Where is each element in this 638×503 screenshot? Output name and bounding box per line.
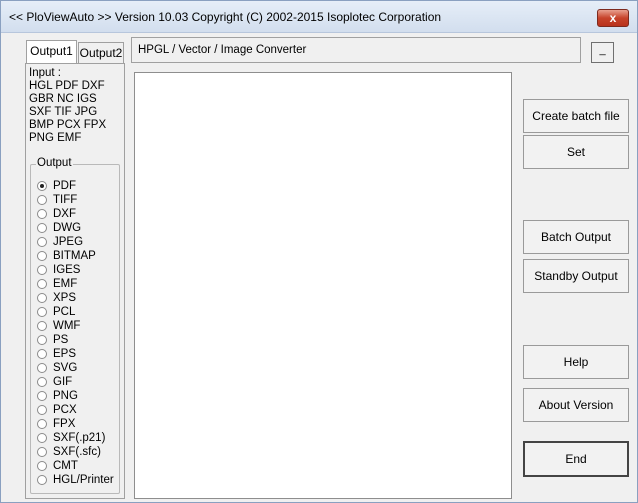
input-line: SXF TIF JPG	[29, 106, 98, 118]
radio-button[interactable]	[37, 292, 47, 303]
output-option-sxf-p21[interactable]: SXF(.p21)	[37, 431, 105, 444]
output-group-legend: Output	[36, 157, 73, 169]
radio-button[interactable]	[37, 348, 47, 359]
radio-label: GIF	[53, 375, 73, 388]
radio-label: PNG	[53, 389, 78, 402]
radio-label: WMF	[53, 319, 81, 332]
output-option-pdf[interactable]: PDF	[37, 179, 76, 192]
radio-label: SXF(.p21)	[53, 431, 106, 444]
output-option-pcl[interactable]: PCL	[37, 305, 75, 318]
tab-output1[interactable]: Output1	[26, 40, 77, 64]
converter-header: HPGL / Vector / Image Converter	[131, 37, 581, 63]
input-line: GBR NC IGS	[29, 93, 97, 105]
radio-button[interactable]	[37, 418, 47, 429]
radio-button[interactable]	[37, 194, 47, 205]
input-line: HGL PDF DXF	[29, 80, 105, 92]
output-options-panel: Input : HGL PDF DXF GBR NC IGS SXF TIF J…	[25, 63, 125, 499]
output-option-emf[interactable]: EMF	[37, 277, 77, 290]
radio-label: XPS	[53, 291, 77, 304]
radio-button[interactable]	[37, 404, 47, 415]
radio-label: EMF	[53, 277, 78, 290]
preview-area[interactable]	[134, 72, 512, 499]
radio-label: HGL/Printer	[53, 473, 114, 486]
radio-button[interactable]	[37, 362, 47, 373]
set-button[interactable]: Set	[523, 135, 629, 169]
radio-label: IGES	[53, 263, 81, 276]
batch-output-button[interactable]: Batch Output	[523, 220, 629, 254]
output-option-wmf[interactable]: WMF	[37, 319, 80, 332]
output-option-fpx[interactable]: FPX	[37, 417, 75, 430]
window-title: << PloViewAuto >> Version 10.03 Copyrigh…	[9, 10, 442, 24]
output-option-xps[interactable]: XPS	[37, 291, 76, 304]
radio-label: CMT	[53, 459, 78, 472]
output-option-hgl-printer[interactable]: HGL/Printer	[37, 473, 114, 486]
radio-button[interactable]	[37, 334, 47, 345]
converter-title: HPGL / Vector / Image Converter	[138, 44, 307, 56]
output-option-dxf[interactable]: DXF	[37, 207, 76, 220]
create-batch-file-button[interactable]: Create batch file	[523, 99, 629, 133]
input-formats: Input : HGL PDF DXF GBR NC IGS SXF TIF J…	[29, 67, 106, 145]
radio-label: EPS	[53, 347, 77, 360]
about-version-button[interactable]: About Version	[523, 388, 629, 422]
output-option-pcx[interactable]: PCX	[37, 403, 77, 416]
radio-button[interactable]	[37, 376, 47, 387]
input-line: BMP PCX FPX	[29, 119, 107, 131]
close-icon: x	[609, 11, 617, 25]
radio-label: PDF	[53, 179, 76, 192]
main-window: << PloViewAuto >> Version 10.03 Copyrigh…	[0, 0, 638, 503]
minimize-panel-button[interactable]: _	[591, 42, 614, 63]
radio-button[interactable]	[37, 222, 47, 233]
radio-label: PS	[53, 333, 69, 346]
output-option-svg[interactable]: SVG	[37, 361, 77, 374]
radio-label: PCL	[53, 305, 76, 318]
radio-label: BITMAP	[53, 249, 96, 262]
output-option-dwg[interactable]: DWG	[37, 221, 81, 234]
radio-label: PCX	[53, 403, 77, 416]
output-option-png[interactable]: PNG	[37, 389, 78, 402]
output-option-sxf-sfc[interactable]: SXF(.sfc)	[37, 445, 101, 458]
close-button[interactable]: x	[597, 9, 629, 27]
radio-button[interactable]	[37, 264, 47, 275]
radio-button[interactable]	[37, 320, 47, 331]
output-option-eps[interactable]: EPS	[37, 347, 76, 360]
tab-output2[interactable]: Output2	[78, 42, 124, 64]
radio-button[interactable]	[37, 446, 47, 457]
output-option-gif[interactable]: GIF	[37, 375, 72, 388]
output-option-cmt[interactable]: CMT	[37, 459, 78, 472]
output-option-iges[interactable]: IGES	[37, 263, 80, 276]
output-group-box: Output PDF TIFF DXF DWG JPEG BITMAP IGES EMF XPS…	[30, 157, 120, 494]
radio-button[interactable]	[37, 432, 47, 443]
output-option-bitmap[interactable]: BITMAP	[37, 249, 96, 262]
radio-button[interactable]	[37, 278, 47, 289]
output-option-ps[interactable]: PS	[37, 333, 68, 346]
input-line: PNG EMF	[29, 132, 82, 144]
radio-button[interactable]	[37, 474, 47, 485]
radio-button[interactable]	[37, 306, 47, 317]
radio-button[interactable]	[37, 460, 47, 471]
radio-label: DXF	[53, 207, 76, 220]
radio-button[interactable]	[37, 390, 47, 401]
radio-button[interactable]	[37, 208, 47, 219]
radio-label: DWG	[53, 221, 82, 234]
output-option-jpeg[interactable]: JPEG	[37, 235, 83, 248]
radio-label: TIFF	[53, 193, 78, 206]
radio-label: FPX	[53, 417, 76, 430]
title-bar[interactable]: << PloViewAuto >> Version 10.03 Copyrigh…	[1, 1, 637, 33]
radio-button[interactable]	[37, 236, 47, 247]
standby-output-button[interactable]: Standby Output	[523, 259, 629, 293]
output-option-tiff[interactable]: TIFF	[37, 193, 77, 206]
help-button[interactable]: Help	[523, 345, 629, 379]
end-button[interactable]: End	[523, 441, 629, 477]
input-line: Input :	[29, 67, 61, 79]
radio-button[interactable]	[37, 180, 47, 191]
radio-label: JPEG	[53, 235, 84, 248]
radio-button[interactable]	[37, 250, 47, 261]
radio-label: SXF(.sfc)	[53, 445, 101, 458]
radio-label: SVG	[53, 361, 78, 374]
